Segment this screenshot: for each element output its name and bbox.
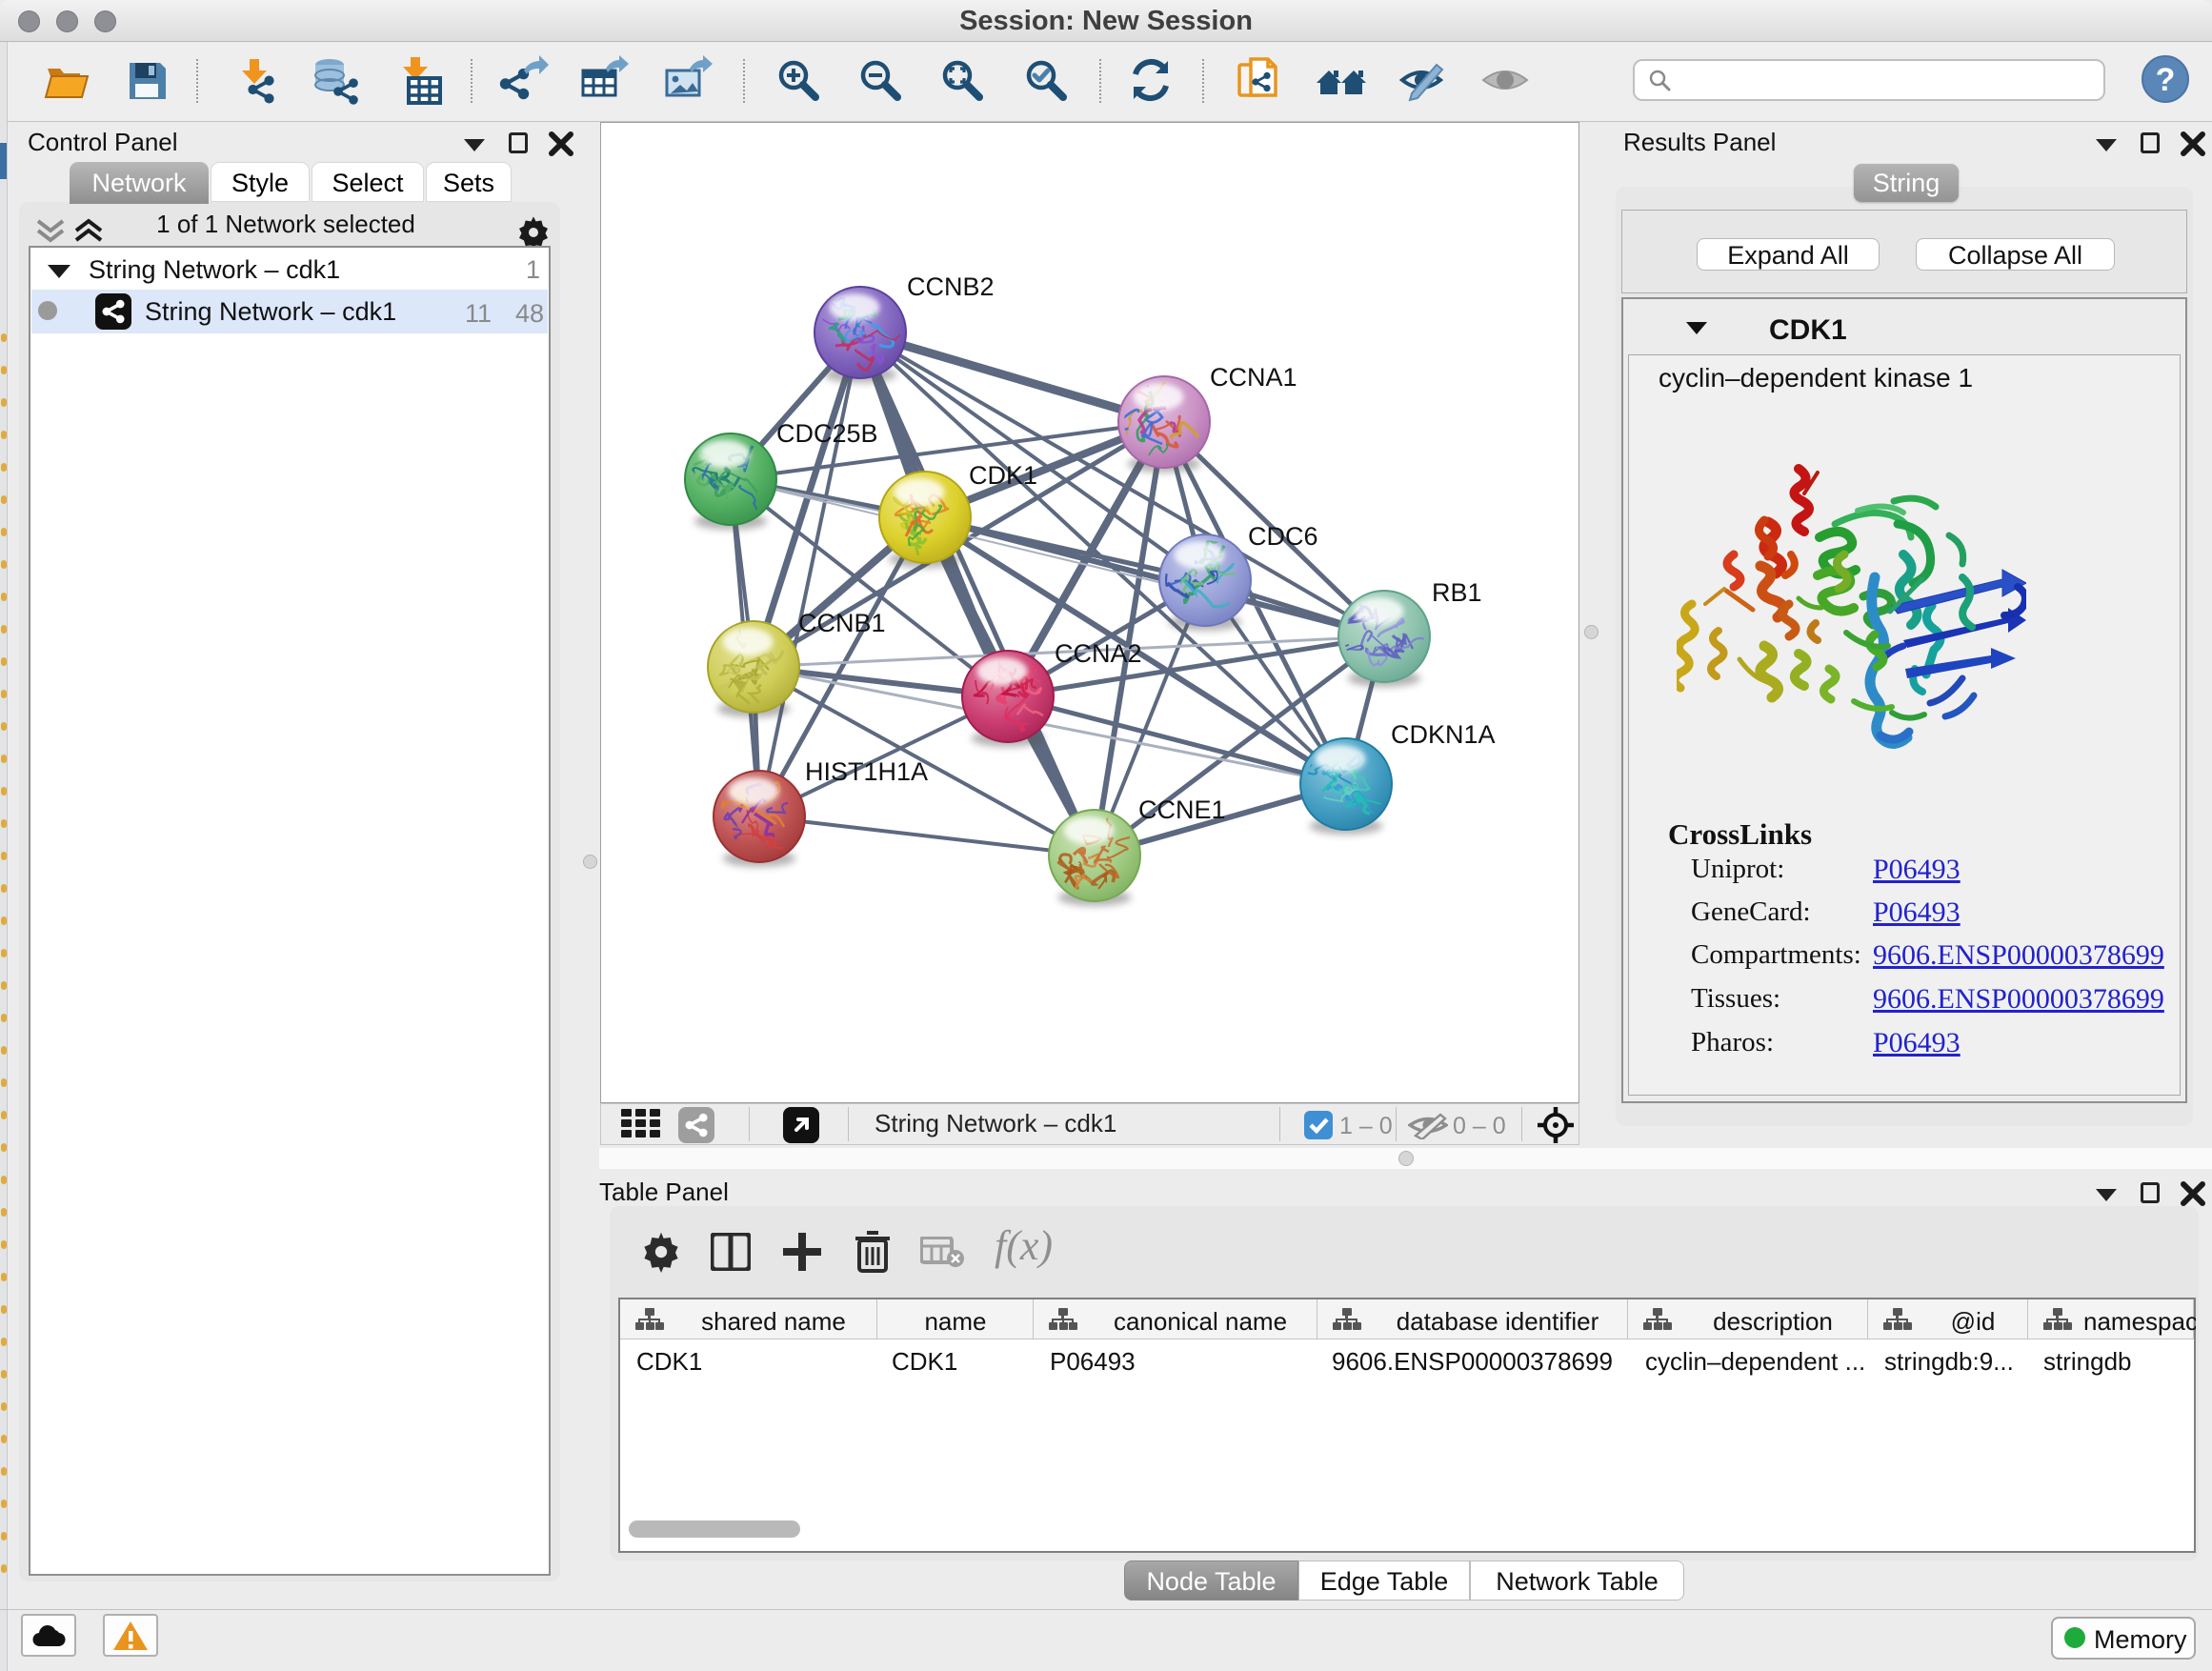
svg-text:CCNA1: CCNA1 [1210,363,1297,392]
svg-text:RB1: RB1 [1432,578,1482,607]
svg-text:CDKN1A: CDKN1A [1391,720,1496,749]
svg-text:CCNA2: CCNA2 [1055,639,1142,668]
svg-text:CCNE1: CCNE1 [1138,795,1226,824]
svg-text:HIST1H1A: HIST1H1A [805,757,928,786]
svg-text:CDK1: CDK1 [969,461,1037,490]
svg-text:CDC6: CDC6 [1248,522,1318,551]
svg-text:CCNB2: CCNB2 [907,272,995,301]
svg-text:CCNB1: CCNB1 [798,609,886,637]
svg-text:CDC25B: CDC25B [776,419,878,448]
